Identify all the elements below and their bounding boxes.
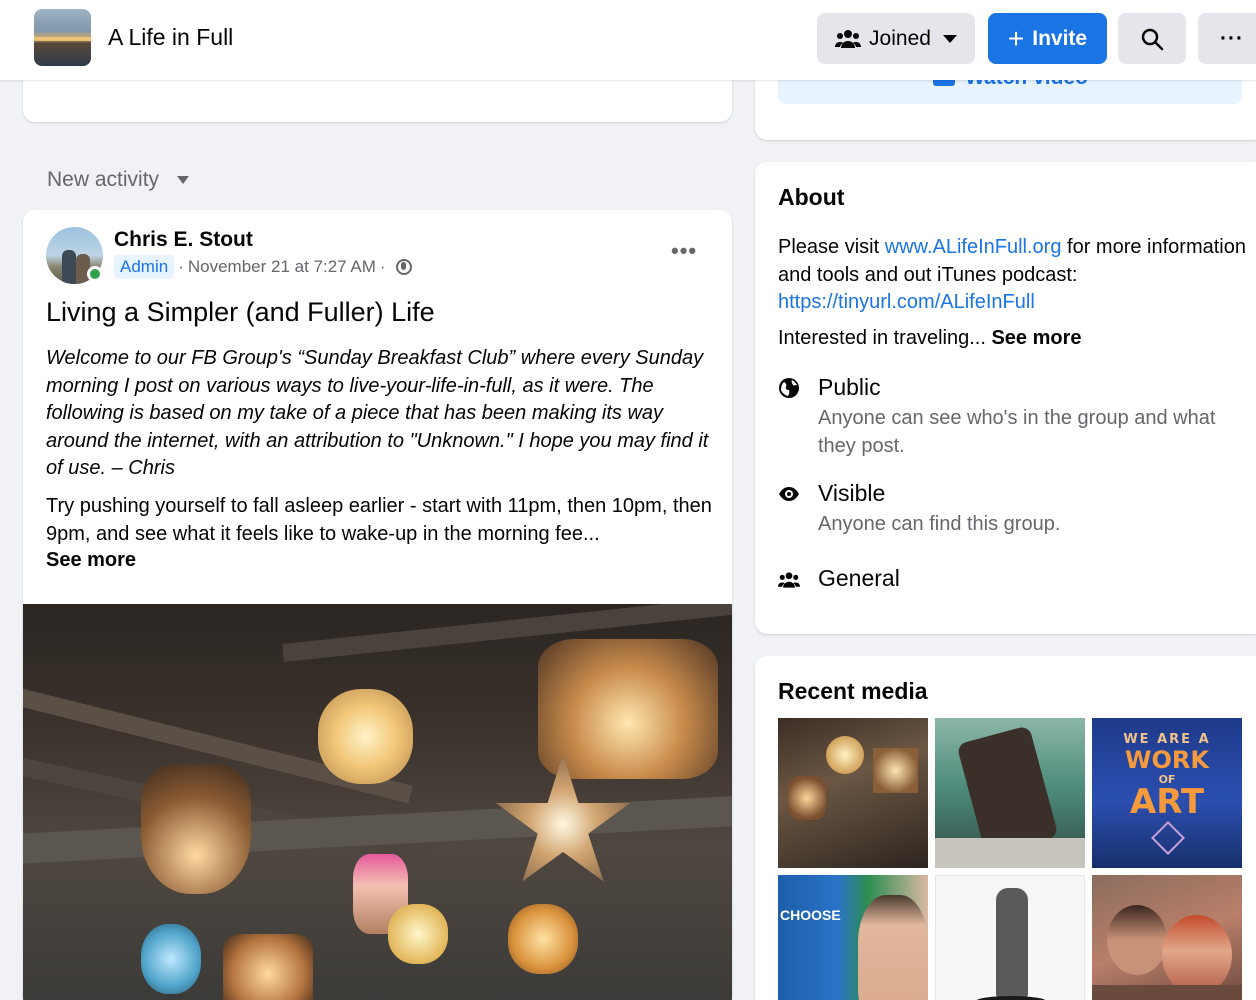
people-icon (778, 572, 800, 588)
recent-media-heading: Recent media (778, 678, 928, 704)
website-link[interactable]: www.ALifeInFull.org (885, 236, 1062, 258)
recent-media-card: Recent media WE ARE A WORK OF ART CHOOSE (755, 656, 1256, 1000)
about-interest-text: Interested in traveling... (778, 327, 986, 349)
podcast-link[interactable]: https://tinyurl.com/ALifeInFull (778, 291, 1035, 313)
more-icon: ••• (671, 238, 698, 263)
post-timestamp[interactable]: November 21 at 7:27 AM (188, 257, 376, 277)
about-interest: Interested in traveling... See more (778, 327, 1082, 350)
more-options-button[interactable]: ··· (1198, 13, 1256, 64)
post-meta: Admin · November 21 at 7:27 AM · (114, 255, 412, 279)
post-card: Chris E. Stout Admin · November 21 at 7:… (23, 210, 732, 1000)
globe-icon (779, 378, 799, 398)
joined-button[interactable]: Joined (817, 13, 975, 64)
media-text: WORK (1125, 746, 1209, 774)
chevron-down-icon (942, 34, 957, 43)
post-options-button[interactable]: ••• (671, 238, 697, 264)
meta-separator: · (379, 257, 386, 276)
media-thumbnail[interactable]: CHOOSE (778, 875, 928, 1000)
post-intro: Welcome to our FB Group's “Sunday Breakf… (46, 347, 709, 480)
search-button[interactable] (1118, 13, 1186, 64)
group-cover-thumbnail[interactable] (34, 9, 91, 66)
about-see-more-link[interactable]: See more (991, 327, 1081, 349)
post-author[interactable]: Chris E. Stout (114, 228, 253, 252)
feed-sort-dropdown[interactable]: New activity (47, 168, 190, 192)
about-text-prefix: Please visit (778, 236, 885, 258)
about-heading: About (778, 184, 845, 210)
online-status-dot (87, 266, 103, 282)
group-header: A Life in Full Joined + Invite ··· (0, 0, 1256, 80)
meta-separator: · (178, 257, 184, 276)
visibility-title: Visible (818, 480, 886, 506)
chevron-down-icon (177, 176, 190, 184)
privacy-description: Anyone can see who's in the group and wh… (818, 407, 1216, 457)
group-type-title: General (818, 565, 900, 591)
plus-icon: + (1007, 22, 1025, 54)
admin-badge: Admin (114, 255, 175, 279)
post-title: Living a Simpler (and Fuller) Life (46, 297, 435, 327)
invite-label: Invite (1032, 26, 1088, 50)
visibility-description: Anyone can find this group. (818, 513, 1061, 535)
about-description: Please visit www.ALifeInFull.org for mor… (778, 234, 1248, 317)
media-thumbnail[interactable] (935, 875, 1085, 1000)
globe-icon (395, 259, 412, 275)
feed-sort-label: New activity (47, 168, 160, 191)
media-thumbnail[interactable] (935, 718, 1085, 868)
more-icon: ··· (1220, 26, 1244, 50)
invite-button[interactable]: + Invite (988, 13, 1107, 64)
media-thumbnail[interactable] (1092, 875, 1242, 1000)
media-text: CHOOSE (780, 907, 841, 923)
media-text: ART (1129, 782, 1205, 822)
group-title[interactable]: A Life in Full (108, 24, 233, 51)
privacy-title: Public (818, 374, 881, 400)
see-more-link[interactable]: See more (46, 549, 136, 572)
joined-label: Joined (869, 26, 931, 50)
eye-icon (779, 487, 799, 501)
search-icon (1141, 28, 1164, 50)
people-icon (835, 29, 862, 48)
post-image[interactable] (23, 604, 732, 1000)
media-thumbnail[interactable] (778, 718, 928, 868)
about-card: About Please visit www.ALifeInFull.org f… (755, 162, 1256, 634)
media-thumbnail[interactable]: WE ARE A WORK OF ART (1092, 718, 1242, 868)
media-text: WE ARE A (1123, 732, 1211, 747)
post-body: Try pushing yourself to fall asleep earl… (46, 495, 712, 545)
